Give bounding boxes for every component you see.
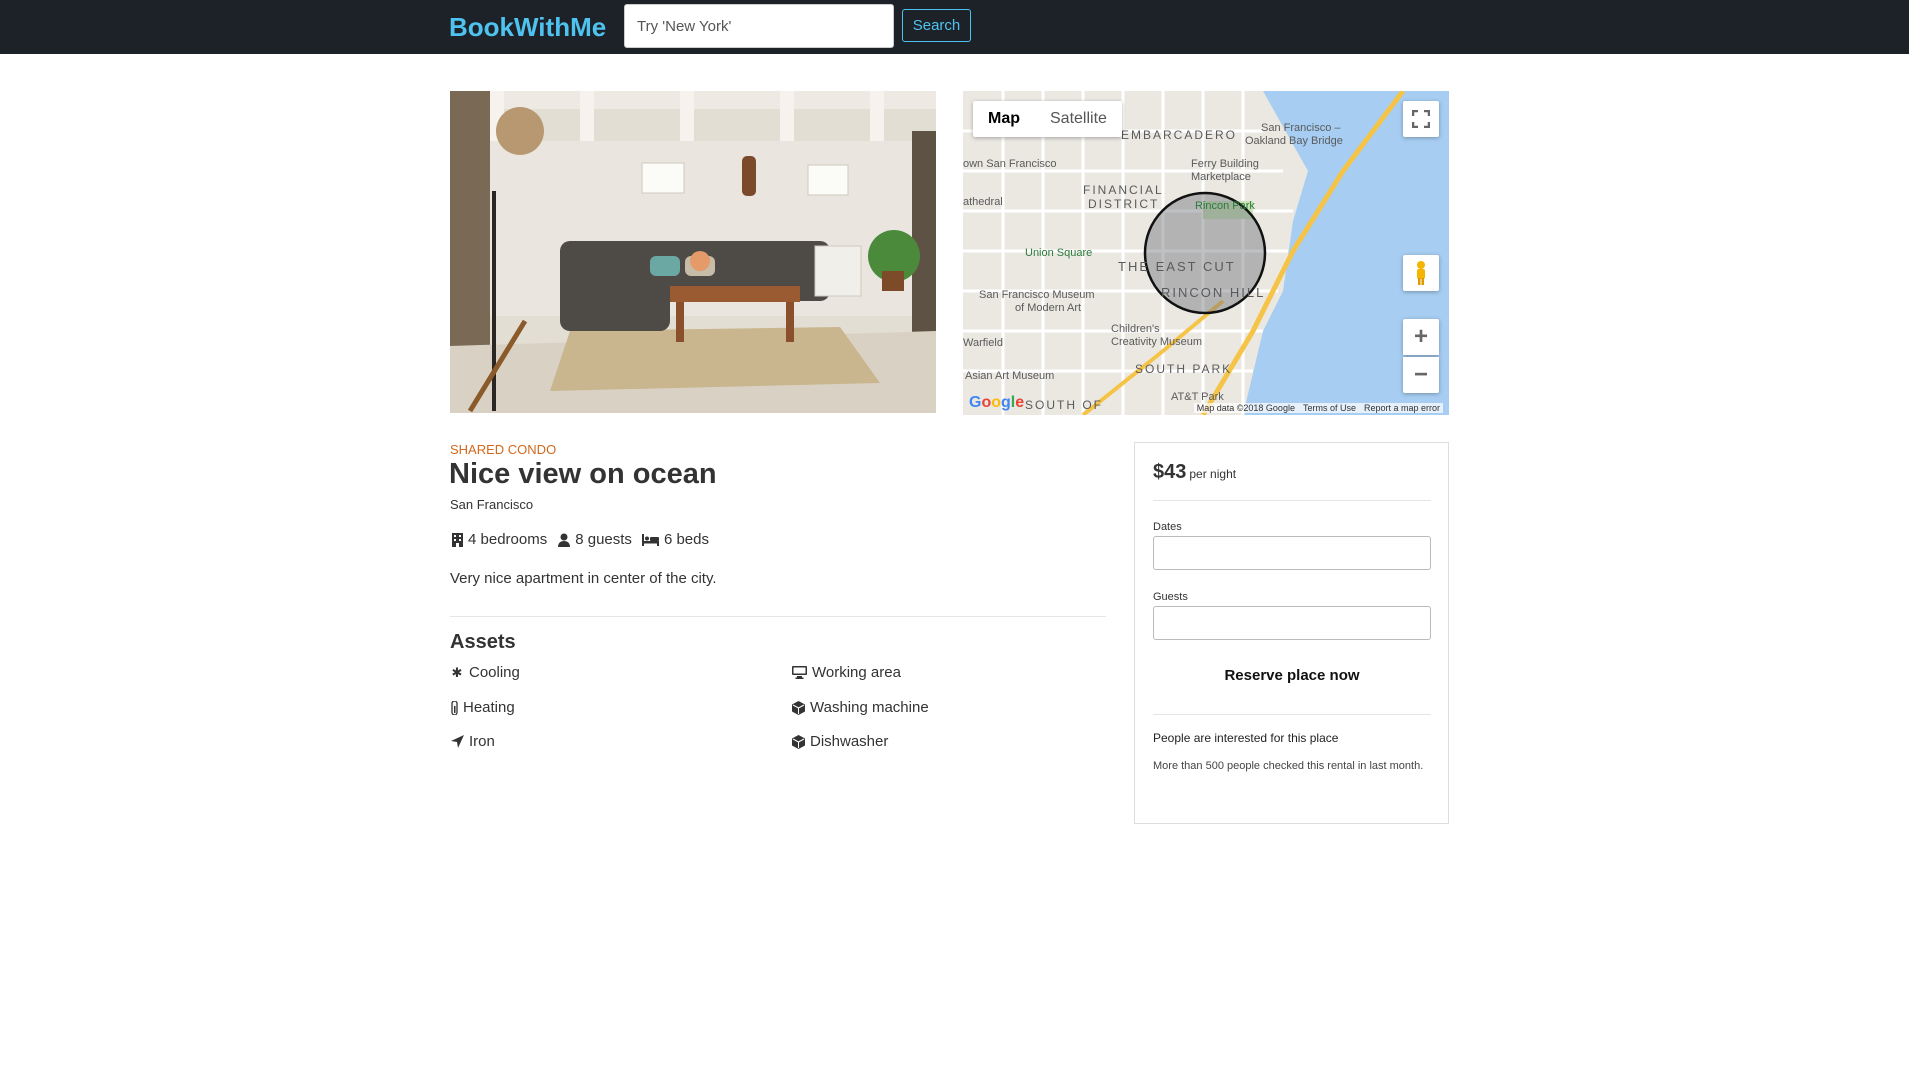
svg-text:SOUTH PARK: SOUTH PARK bbox=[1135, 362, 1232, 376]
snowflake-icon: ✱ bbox=[451, 664, 463, 680]
divider bbox=[1153, 500, 1431, 501]
svg-text:Asian Art Museum: Asian Art Museum bbox=[965, 370, 1054, 382]
beds-label: 6 beds bbox=[663, 531, 709, 548]
svg-text:San Francisco –: San Francisco – bbox=[1261, 122, 1341, 134]
dates-field[interactable] bbox=[1153, 536, 1431, 570]
asset-label: Working area bbox=[812, 664, 901, 681]
location-arrow-icon bbox=[450, 735, 464, 749]
svg-text:Children's: Children's bbox=[1111, 323, 1160, 335]
bedrooms-label: 4 bedrooms bbox=[468, 531, 548, 548]
rental-photo bbox=[450, 91, 936, 413]
svg-text:Ferry Building: Ferry Building bbox=[1191, 158, 1259, 170]
feature-beds: 6 beds bbox=[642, 531, 709, 548]
booking-card: $43 per night Dates Guests Reserve place … bbox=[1134, 442, 1449, 824]
cube-icon bbox=[791, 700, 805, 715]
location-map[interactable]: EMBARCADERO FINANCIAL DISTRICT THE EAST … bbox=[963, 91, 1449, 415]
price: $43 per night bbox=[1153, 461, 1236, 484]
asset-label: Heating bbox=[463, 699, 515, 716]
asset-label: Dishwasher bbox=[810, 733, 889, 750]
map-footer: Map data ©2018 Google Terms of Use Repor… bbox=[1193, 403, 1443, 413]
rental-type: SHARED CONDO bbox=[450, 442, 557, 457]
svg-text:AT&T Park: AT&T Park bbox=[1171, 391, 1224, 403]
per-night-label: per night bbox=[1189, 467, 1237, 481]
desktop-icon bbox=[791, 666, 807, 680]
svg-text:San Francisco Museum: San Francisco Museum bbox=[979, 289, 1095, 301]
guests-field[interactable] bbox=[1153, 606, 1431, 640]
svg-text:Creativity Museum: Creativity Museum bbox=[1111, 336, 1202, 348]
divider bbox=[450, 616, 1106, 617]
asset-item: Washing machine bbox=[791, 699, 929, 716]
rental-title: Nice view on ocean bbox=[449, 458, 717, 490]
map-report-link[interactable]: Report a map error bbox=[1364, 403, 1440, 413]
svg-text:Marketplace: Marketplace bbox=[1191, 171, 1251, 183]
guests-label: Guests bbox=[1153, 591, 1188, 603]
pegman-icon[interactable] bbox=[1403, 255, 1439, 291]
zoom-out-icon[interactable]: − bbox=[1403, 357, 1439, 393]
svg-text:Union Square: Union Square bbox=[1025, 247, 1092, 259]
user-icon bbox=[557, 533, 571, 547]
building-icon bbox=[450, 532, 464, 547]
asset-item: Iron bbox=[450, 733, 495, 750]
google-logo: Google bbox=[969, 394, 1025, 411]
dates-label: Dates bbox=[1153, 521, 1182, 533]
map-type-control: Map Satellite bbox=[973, 101, 1122, 137]
brand-logo[interactable]: BookWithMe bbox=[449, 12, 606, 43]
asset-item: Heating bbox=[450, 699, 515, 716]
asset-item: Dishwasher bbox=[791, 733, 888, 750]
map-tab-map[interactable]: Map bbox=[973, 101, 1035, 137]
svg-text:Warfield: Warfield bbox=[963, 337, 1003, 349]
feature-bedrooms: 4 bedrooms bbox=[450, 531, 547, 548]
asset-label: Cooling bbox=[469, 664, 520, 681]
feature-guests: 8 guests bbox=[557, 531, 632, 548]
reserve-button[interactable]: Reserve place now bbox=[1153, 667, 1431, 684]
divider bbox=[1153, 714, 1431, 715]
guests-label: 8 guests bbox=[575, 531, 632, 548]
asset-label: Washing machine bbox=[810, 699, 929, 716]
svg-text:athedral: athedral bbox=[963, 196, 1003, 208]
zoom-in-icon[interactable]: + bbox=[1403, 319, 1439, 355]
svg-text:FINANCIAL: FINANCIAL bbox=[1083, 183, 1164, 197]
svg-text:of Modern Art: of Modern Art bbox=[1015, 302, 1081, 314]
navbar: BookWithMe Search bbox=[0, 0, 1909, 54]
rental-description: Very nice apartment in center of the cit… bbox=[450, 570, 717, 587]
svg-text:THE EAST CUT: THE EAST CUT bbox=[1118, 259, 1236, 274]
svg-text:RINCON HILL: RINCON HILL bbox=[1161, 285, 1265, 300]
bed-icon bbox=[642, 533, 660, 547]
svg-text:EMBARCADERO: EMBARCADERO bbox=[1121, 128, 1237, 142]
asset-item: Working area bbox=[791, 664, 901, 681]
rental-city: San Francisco bbox=[450, 497, 534, 512]
svg-text:SOUTH OF: SOUTH OF bbox=[1025, 398, 1103, 412]
asset-item: ✱ Cooling bbox=[450, 664, 520, 681]
assets-heading: Assets bbox=[450, 631, 516, 653]
fullscreen-icon[interactable] bbox=[1403, 101, 1439, 137]
map-tab-satellite[interactable]: Satellite bbox=[1035, 101, 1122, 137]
interest-heading: People are interested for this place bbox=[1153, 731, 1339, 745]
price-value: $43 bbox=[1153, 461, 1187, 483]
map-data-credit: Map data ©2018 Google bbox=[1196, 403, 1295, 413]
interest-text: More than 500 people checked this rental… bbox=[1153, 760, 1424, 772]
asset-label: Iron bbox=[469, 733, 495, 750]
map-terms-link[interactable]: Terms of Use bbox=[1303, 403, 1356, 413]
search-button[interactable]: Search bbox=[902, 9, 971, 42]
thermometer-icon bbox=[450, 700, 458, 715]
svg-text:DISTRICT: DISTRICT bbox=[1088, 197, 1159, 211]
svg-text:own San Francisco: own San Francisco bbox=[963, 158, 1057, 170]
search-input[interactable] bbox=[624, 4, 894, 48]
cube-icon bbox=[791, 734, 805, 749]
svg-text:Oakland Bay Bridge: Oakland Bay Bridge bbox=[1245, 135, 1343, 147]
rental-features: 4 bedrooms 8 guests 6 beds bbox=[450, 531, 709, 548]
svg-text:Rincon Park: Rincon Park bbox=[1195, 200, 1255, 212]
